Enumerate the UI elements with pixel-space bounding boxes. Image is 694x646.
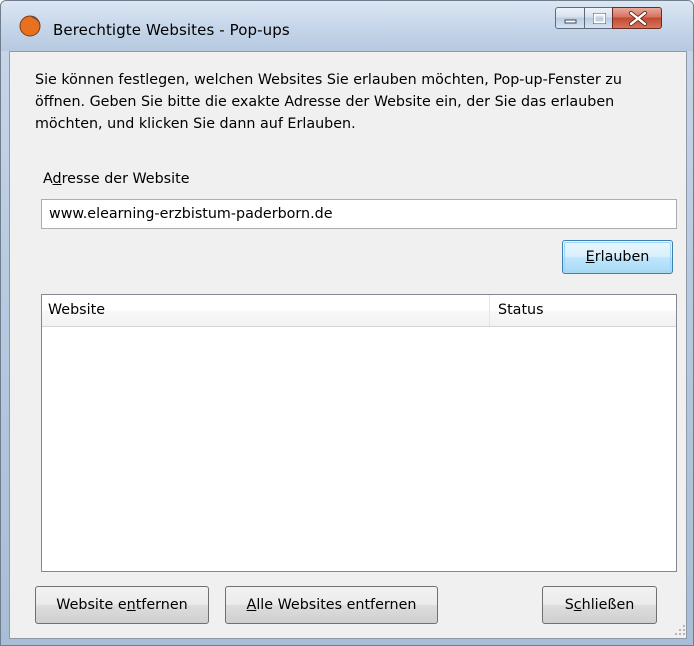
close-accel: c	[573, 597, 582, 613]
maximize-button[interactable]	[584, 7, 613, 29]
remove-all-accel: A	[246, 597, 257, 613]
minimize-button[interactable]	[555, 7, 585, 29]
remove-label: tfernen	[135, 597, 188, 613]
description-text: Sie können festlegen, welchen Websites S…	[35, 72, 622, 132]
address-label-part: resse der Website	[61, 171, 190, 187]
allow-label: rlauben	[594, 249, 650, 265]
minimize-icon	[564, 19, 577, 24]
close-window-button[interactable]	[612, 7, 662, 29]
dialog-window: Berechtigte Websites - Pop-ups Sie könne…	[0, 0, 694, 646]
allow-button[interactable]: Erlauben	[562, 240, 673, 274]
column-header-website[interactable]: Website	[42, 295, 490, 326]
address-label-accel: d	[52, 171, 62, 187]
firefox-icon	[19, 15, 41, 37]
remove-accel: n	[126, 597, 136, 613]
resize-grip-icon[interactable]	[673, 623, 687, 637]
remove-website-button[interactable]: Website entfernen	[35, 586, 209, 624]
address-label-part: A	[43, 171, 53, 187]
close-label: hließen	[581, 597, 635, 613]
allow-accel: E	[585, 249, 595, 265]
list-header: Website Status	[42, 295, 676, 327]
title-bar[interactable]: Berechtigte Websites - Pop-ups	[1, 1, 693, 51]
close-icon	[629, 11, 647, 26]
remove-all-websites-button[interactable]: Alle Websites entfernen	[225, 586, 438, 624]
remove-all-label: lle Websites entfernen	[256, 597, 417, 613]
websites-list[interactable]: Website Status	[41, 294, 677, 572]
maximize-icon	[593, 13, 606, 24]
remove-label: Website e	[56, 597, 127, 613]
website-address-input[interactable]	[41, 199, 677, 229]
close-button[interactable]: Schließen	[542, 586, 657, 624]
close-label: S	[564, 597, 574, 613]
column-header-status[interactable]: Status	[490, 295, 676, 326]
address-label: Adresse der Website	[43, 171, 190, 187]
window-title: Berechtigte Websites - Pop-ups	[53, 21, 290, 39]
